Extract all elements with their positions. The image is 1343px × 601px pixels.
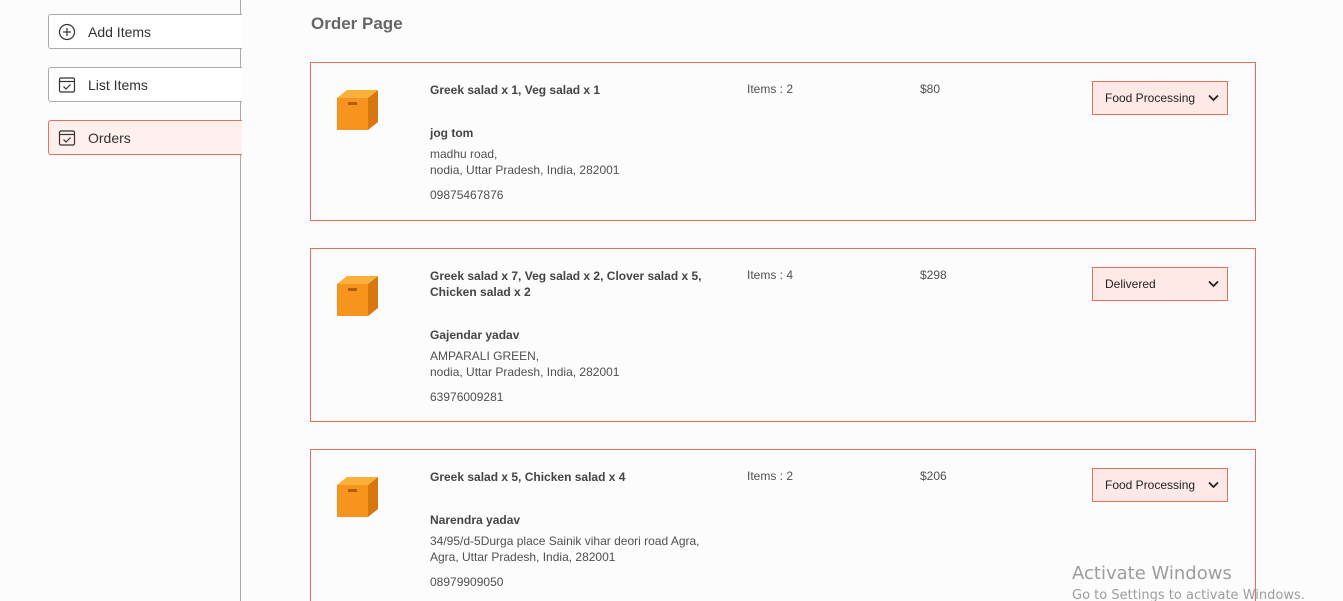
items-count: Items : 2 [747,469,794,483]
items-count: Items : 4 [747,268,794,282]
address-line-1: AMPARALI GREEN, [430,349,540,363]
status-value: Food Processing [1105,478,1196,492]
sidebar-item-orders[interactable]: Orders [48,120,242,155]
chevron-down-icon [1207,278,1219,290]
status-select[interactable]: Food Processing [1092,81,1228,115]
parcel-box-icon [335,87,379,131]
chevron-down-icon [1207,92,1219,104]
page-title: Order Page [311,14,403,33]
customer-phone: 63976009281 [430,390,504,404]
address-line-2: nodia, Uttar Pradesh, India, 282001 [430,163,620,177]
status-select[interactable]: Food Processing [1092,468,1228,502]
status-value: Delivered [1105,277,1156,291]
status-value: Food Processing [1105,91,1196,105]
add-circle-icon [57,22,77,42]
address-line-1: madhu road, [430,147,498,161]
customer-name: Gajendar yadav [430,328,520,342]
sidebar-item-add-items[interactable]: Add Items [48,14,242,49]
calendar-check-icon [57,128,77,148]
address-line-2: nodia, Uttar Pradesh, India, 282001 [430,365,620,379]
customer-phone: 08979909050 [430,575,504,589]
address-line-2: Agra, Uttar Pradesh, India, 282001 [430,550,616,564]
order-amount: $206 [920,469,947,483]
watermark-subtitle: Go to Settings to activate Windows. [1072,588,1305,601]
sidebar-item-label: Orders [88,129,131,146]
customer-block: Narendra yadav 34/95/d-5Durga place Sain… [430,512,760,590]
order-amount: $80 [920,82,941,96]
order-items-text: Greek salad x 1, Veg salad x 1 [430,83,601,97]
watermark-title: Activate Windows [1072,563,1232,584]
calendar-check-icon [57,75,77,95]
customer-name: jog tom [430,126,474,140]
sidebar-item-list-items[interactable]: List Items [48,67,242,102]
admin-app: Add Items List Items Orders Order Page G… [0,0,1343,601]
address-line-1: 34/95/d-5Durga place Sainik vihar deori … [430,534,700,548]
order-card: Greek salad x 7, Veg salad x 2, Clover s… [310,248,1256,422]
order-amount: $298 [920,268,947,282]
order-items-text: Greek salad x 5, Chicken salad x 4 [430,470,626,484]
status-select[interactable]: Delivered [1092,267,1228,301]
parcel-box-icon [335,474,379,518]
activation-watermark: Activate Windows Go to Settings to activ… [1072,563,1305,601]
items-count: Items : 2 [747,82,794,96]
order-card: Greek salad x 1, Veg salad x 1 jog tom m… [310,62,1256,221]
sidebar: Add Items List Items Orders [0,0,242,601]
chevron-down-icon [1207,479,1219,491]
customer-block: Gajendar yadav AMPARALI GREEN, nodia, Ut… [430,327,760,405]
parcel-box-icon [335,273,379,317]
sidebar-item-label: Add Items [88,23,152,40]
customer-name: Narendra yadav [430,513,521,527]
sidebar-item-label: List Items [88,76,148,93]
customer-phone: 09875467876 [430,188,504,202]
order-items-text: Greek salad x 7, Veg salad x 2, Clover s… [430,269,702,299]
customer-block: jog tom madhu road, nodia, Uttar Pradesh… [430,125,760,203]
